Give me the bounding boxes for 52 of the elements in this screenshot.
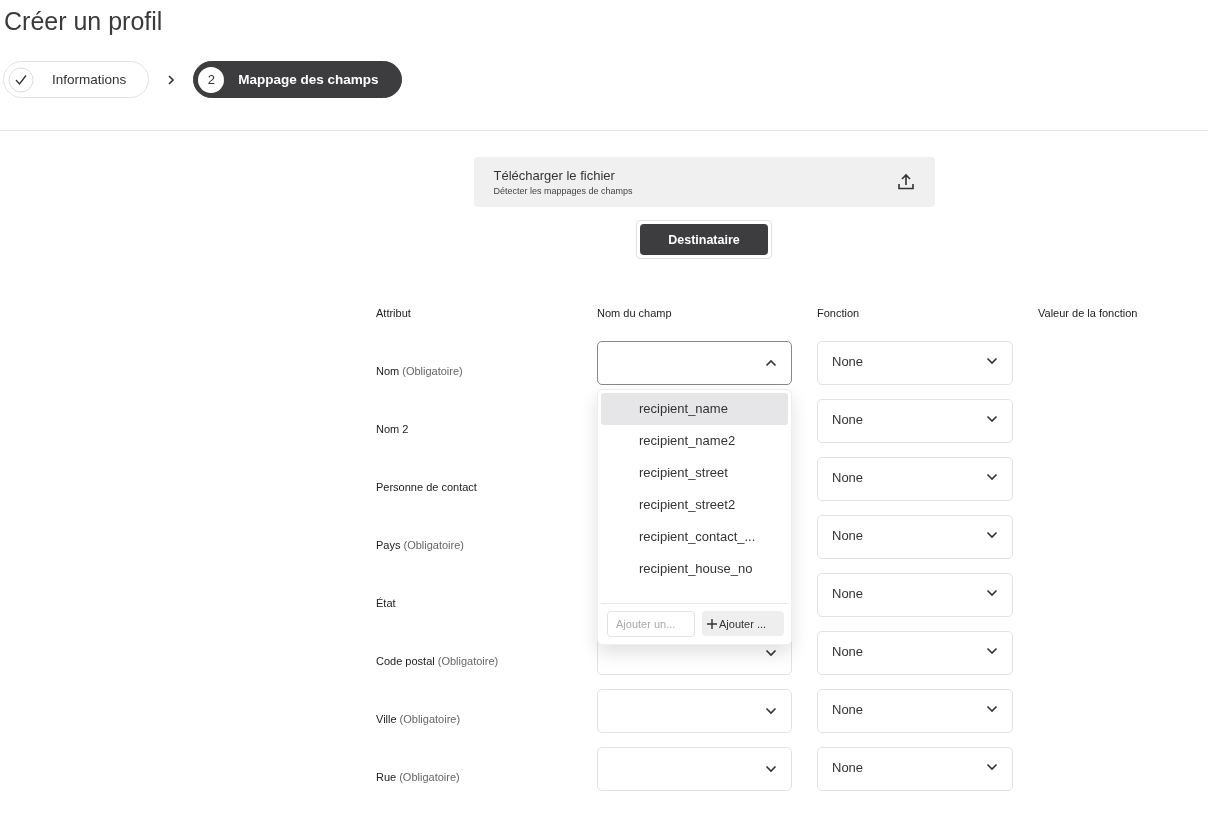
field-select[interactable] bbox=[597, 341, 792, 385]
dropdown-option[interactable]: recipient_contact_... bbox=[601, 521, 788, 553]
function-select[interactable]: None bbox=[817, 573, 1013, 617]
function-select[interactable]: None bbox=[817, 689, 1013, 733]
dropdown-option[interactable]: recipient_street2 bbox=[601, 489, 788, 521]
chevron-right-icon bbox=[167, 74, 176, 85]
attribute-label: Personne de contact bbox=[376, 480, 478, 493]
dropdown-option[interactable]: recipient_street bbox=[601, 457, 788, 489]
function-select[interactable]: None bbox=[817, 515, 1013, 559]
page-title: Créer un profil bbox=[3, 6, 164, 36]
attribute-label: Pays (Obligatoire) bbox=[376, 538, 465, 551]
function-select[interactable]: None bbox=[817, 631, 1013, 675]
attribute-label: Nom (Obligatoire) bbox=[376, 364, 464, 377]
add-button[interactable]: Ajouter ... bbox=[702, 611, 784, 636]
caret-icon bbox=[986, 763, 998, 771]
caret-icon bbox=[986, 473, 998, 481]
caret-icon bbox=[765, 359, 777, 367]
add-field-input[interactable]: Ajouter un... bbox=[607, 611, 695, 637]
caret-icon bbox=[986, 531, 998, 539]
caret-icon bbox=[986, 357, 998, 365]
caret-icon bbox=[765, 765, 777, 773]
upload-icon bbox=[896, 173, 915, 191]
step-tab[interactable]: 2 Mappage des champs bbox=[193, 61, 402, 98]
recipient-tab[interactable]: Destinataire bbox=[640, 224, 768, 255]
upload-subtitle: Détecter les mappages de champs bbox=[493, 186, 633, 196]
step-number: 2 bbox=[198, 66, 225, 93]
plus-icon bbox=[707, 618, 717, 629]
upload-panel[interactable]: Télécharger le fichier Détecter les mappages de champs bbox=[473, 157, 935, 207]
function-select[interactable]: None bbox=[817, 341, 1013, 385]
column-header: Fonction bbox=[817, 307, 861, 319]
caret-icon bbox=[986, 589, 998, 597]
attribute-label: Nom 2 bbox=[376, 422, 410, 435]
attribute-label: Ville (Obligatoire) bbox=[376, 712, 462, 725]
function-select[interactable]: None bbox=[817, 399, 1013, 443]
attribute-label: État bbox=[376, 596, 397, 609]
caret-icon bbox=[986, 647, 998, 655]
dropdown-option[interactable]: recipient_house_no bbox=[601, 553, 788, 585]
caret-icon bbox=[986, 705, 998, 713]
attribute-label: Rue (Obligatoire) bbox=[376, 770, 461, 783]
check-icon bbox=[8, 66, 34, 93]
attribute-label: Code postal (Obligatoire) bbox=[376, 654, 500, 667]
caret-icon bbox=[765, 707, 777, 715]
dropdown-option[interactable]: recipient_name2 bbox=[601, 425, 788, 457]
column-header: Nom du champ bbox=[597, 307, 673, 319]
function-select[interactable]: None bbox=[817, 747, 1013, 791]
dropdown-option[interactable]: recipient_name bbox=[601, 393, 788, 425]
caret-icon bbox=[986, 415, 998, 423]
column-header: Valeur de la fonction bbox=[1038, 307, 1139, 319]
function-select[interactable]: None bbox=[817, 457, 1013, 501]
upload-title: Télécharger le fichier bbox=[493, 168, 616, 183]
caret-icon bbox=[765, 649, 777, 657]
column-header: Attribut bbox=[376, 307, 412, 319]
